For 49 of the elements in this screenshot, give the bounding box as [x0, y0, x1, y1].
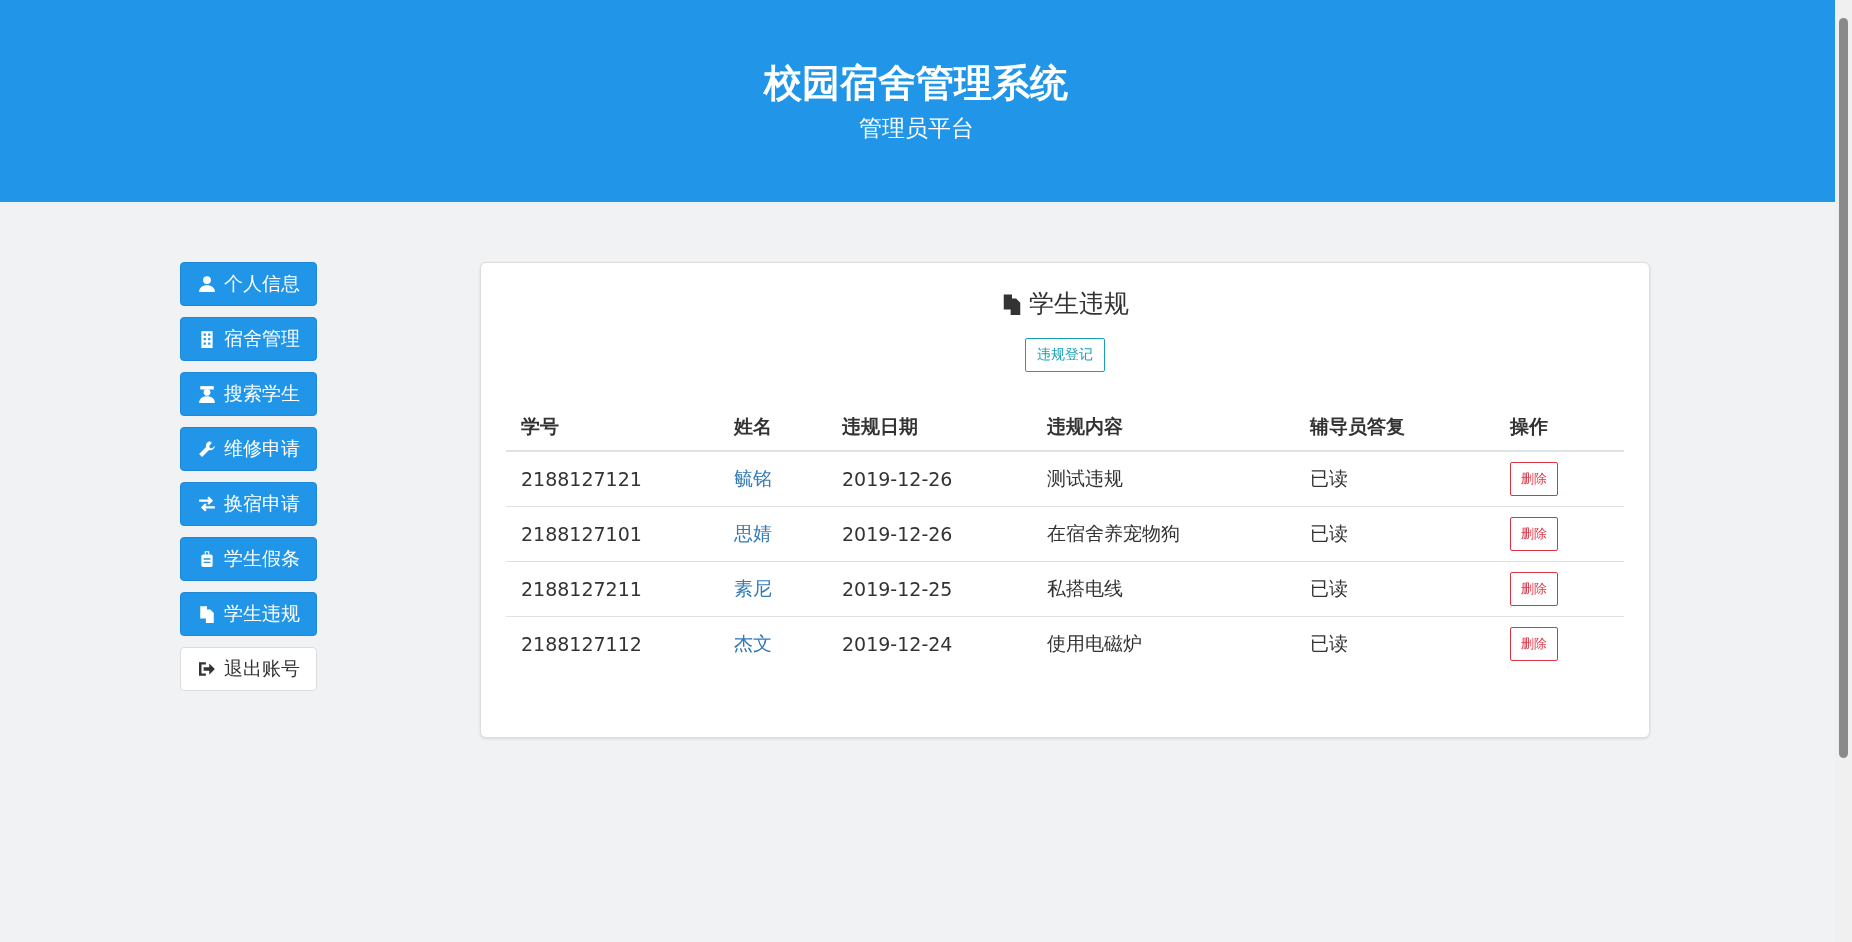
- table-cell: 已读: [1310, 577, 1348, 599]
- register-button[interactable]: 违规登记: [1025, 338, 1105, 372]
- wrench-icon: [197, 440, 216, 458]
- sidebar-button[interactable]: 学生违规: [180, 592, 317, 636]
- sidebar-button[interactable]: 宿舍管理: [180, 317, 317, 361]
- table-cell: 测试违规: [1047, 467, 1123, 489]
- column-header: 操作: [1510, 415, 1548, 437]
- student-name-link[interactable]: 杰文: [734, 632, 772, 654]
- sidebar-button[interactable]: 学生假条: [180, 537, 317, 581]
- table-cell: 2019-12-25: [842, 578, 953, 600]
- copy-icon: [1001, 291, 1023, 316]
- student-name-link[interactable]: 思婧: [734, 522, 772, 544]
- table-cell: 2188127211: [521, 578, 642, 600]
- table-cell: 2188127112: [521, 633, 642, 655]
- site-subtitle: 管理员平台: [858, 114, 974, 143]
- column-header: 姓名: [734, 415, 772, 437]
- student-name-link[interactable]: 毓铭: [734, 467, 772, 489]
- sidebar-button[interactable]: 搜索学生: [180, 372, 317, 416]
- table-cell: 私搭电线: [1047, 577, 1123, 599]
- sidebar-button[interactable]: 退出账号: [180, 647, 317, 691]
- panel-title: 学生违规: [1029, 288, 1129, 320]
- table-cell: 在宿舍养宠物狗: [1047, 522, 1180, 544]
- logout-icon: [197, 660, 216, 678]
- swap-arrows-icon: [197, 495, 216, 513]
- sidebar-button[interactable]: 维修申请: [180, 427, 317, 471]
- delete-button[interactable]: 删除: [1510, 517, 1558, 551]
- column-header: 学号: [521, 415, 559, 437]
- student-name-link[interactable]: 素尼: [734, 577, 772, 599]
- site-title: 校园宿舍管理系统: [764, 60, 1068, 107]
- copy-icon: [197, 605, 216, 623]
- table-cell: 2188127101: [521, 523, 642, 545]
- delete-button[interactable]: 删除: [1510, 462, 1558, 496]
- column-header: 违规内容: [1047, 415, 1123, 437]
- graduate-icon: [197, 385, 216, 403]
- table-cell: 已读: [1310, 522, 1348, 544]
- table-cell: 2188127121: [521, 468, 642, 490]
- user-icon: [197, 275, 216, 293]
- table-cell: 2019-12-24: [842, 633, 953, 655]
- table-cell: 已读: [1310, 467, 1348, 489]
- column-header: 辅导员答复: [1310, 415, 1405, 437]
- sidebar-button[interactable]: 个人信息: [180, 262, 317, 306]
- table-cell: 已读: [1310, 632, 1348, 654]
- sidebar-button[interactable]: 换宿申请: [180, 482, 317, 526]
- table-cell: 使用电磁炉: [1047, 632, 1142, 654]
- column-header: 违规日期: [842, 415, 918, 437]
- table-cell: 2019-12-26: [842, 523, 953, 545]
- table-cell: 2019-12-26: [842, 468, 953, 490]
- delete-button[interactable]: 删除: [1510, 627, 1558, 661]
- delete-button[interactable]: 删除: [1510, 572, 1558, 606]
